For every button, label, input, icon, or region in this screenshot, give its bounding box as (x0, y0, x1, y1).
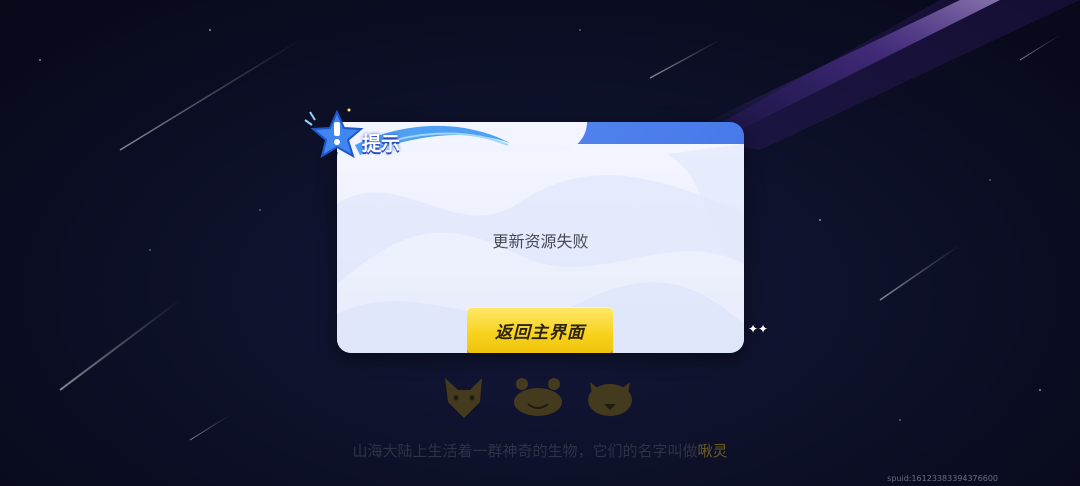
fox-creature-icon (445, 378, 482, 418)
meteor (649, 39, 721, 79)
meteor (189, 414, 231, 441)
tagline-highlight: 啾灵 (697, 442, 728, 460)
pig-creature-icon (588, 382, 632, 416)
dialog-message: 更新资源失败 (492, 232, 589, 251)
dialog-body: 更新资源失败 返回主界面 (337, 144, 744, 353)
dialog-title: 提示 (362, 133, 401, 155)
meteor (1019, 34, 1061, 61)
meteor (879, 244, 961, 301)
footer-tagline: 山海大陆上生活着一群神奇的生物，它们的名字叫做啾灵 (0, 440, 1080, 461)
sparkle-icon: ✦✦ (748, 322, 769, 336)
meteor (59, 299, 181, 391)
creature-icons (445, 378, 632, 418)
meteor (119, 39, 301, 151)
crab-creature-icon (514, 378, 562, 416)
tagline-text: 山海大陆上生活着一群神奇的生物，它们的名字叫做 (352, 442, 698, 460)
light-streak-soft (690, 0, 1080, 150)
build-id: spuid:16123383394376600 (887, 474, 998, 483)
return-main-menu-button[interactable]: 返回主界面 (467, 307, 613, 353)
